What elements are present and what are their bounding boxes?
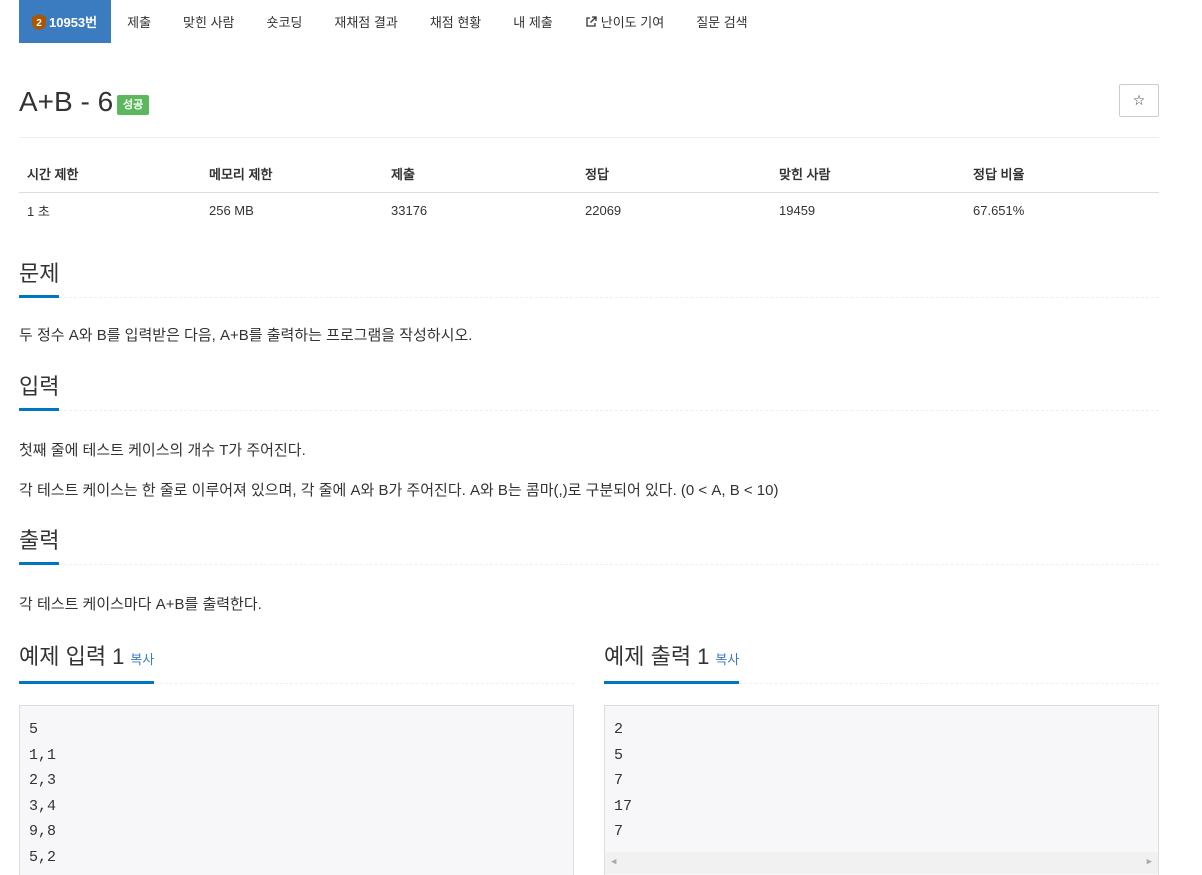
- header-time-limit: 시간 제한: [19, 156, 201, 193]
- table-row: 1 초 256 MB 33176 22069 19459 67.651%: [19, 192, 1159, 229]
- problem-section-header: 문제: [19, 259, 1159, 298]
- nav-short-coding[interactable]: 숏코딩: [251, 0, 319, 43]
- copy-sample-output-button[interactable]: 복사: [715, 652, 739, 667]
- nav-submit[interactable]: 제출: [111, 0, 167, 43]
- sample-output-line: 17: [614, 797, 633, 815]
- problem-nav: 2 10953번 제출 맞힌 사람 숏코딩 재채점 결과 채점 현황 내 제출 …: [19, 0, 764, 43]
- sample-input-header: 예제 입력 1 복사: [19, 642, 574, 684]
- sample-input-title-text: 예제 입력 1: [19, 644, 125, 669]
- sample-input-line: 5: [29, 721, 39, 738]
- nav-solvers[interactable]: 맞힌 사람: [167, 0, 250, 43]
- sample-input-line: 3,4: [29, 797, 57, 815]
- problem-info-table: 시간 제한 메모리 제한 제출 정답 맞힌 사람 정답 비율 1 초 256 M…: [19, 156, 1159, 229]
- scroll-right-icon[interactable]: ▶: [1147, 850, 1152, 875]
- horizontal-scrollbar[interactable]: ◀ ▶: [605, 852, 1158, 874]
- nav-problem-id-label: 10953번: [49, 15, 98, 30]
- nav-status[interactable]: 채점 현황: [414, 0, 497, 43]
- sample-output-box: 2 5 7 17 7 ◀ ▶: [604, 705, 1159, 875]
- status-badge: 성공: [117, 95, 150, 115]
- value-time-limit: 1 초: [27, 204, 50, 220]
- header-ratio: 정답 비율: [965, 156, 1159, 193]
- input-description-1: 첫째 줄에 테스트 케이스의 개수 T가 주어진다.: [19, 442, 306, 459]
- nav-problem-id[interactable]: 2 10953번: [19, 0, 112, 43]
- value-solvers: 19459: [779, 203, 816, 219]
- header-solvers: 맞힌 사람: [771, 156, 965, 193]
- scroll-left-icon[interactable]: ◀: [611, 850, 616, 875]
- svg-text:2: 2: [36, 18, 42, 29]
- sample-output-line: 2: [614, 721, 624, 738]
- title-row: A+B - 6 성공 ☆: [19, 84, 1159, 138]
- header-submissions: 제출: [383, 156, 577, 193]
- header-accepted: 정답: [577, 156, 771, 193]
- star-icon: ☆: [1132, 92, 1146, 108]
- problem-section-title: 문제: [19, 259, 60, 298]
- copy-sample-input-button[interactable]: 복사: [130, 652, 154, 667]
- value-accepted: 22069: [585, 203, 622, 219]
- nav-my-submissions[interactable]: 내 제출: [497, 0, 569, 43]
- sample-input-line: 9,8: [29, 823, 57, 840]
- sample-output-title: 예제 출력 1 복사: [604, 642, 740, 684]
- input-section-title: 입력: [19, 372, 60, 411]
- input-description-2: 각 테스트 케이스는 한 줄로 이루어져 있으며, 각 줄에 A와 B가 주어진…: [19, 482, 779, 499]
- sample-input-line: 5,2: [29, 848, 57, 866]
- nav-difficulty-vote-label: 난이도 기여: [600, 15, 665, 30]
- sample-output-line: 7: [614, 772, 624, 789]
- page-title: A+B - 6: [19, 86, 114, 117]
- value-ratio: 67.651%: [973, 203, 1025, 219]
- external-link-icon: [585, 15, 597, 28]
- nav-rejudge[interactable]: 재채점 결과: [318, 0, 413, 43]
- favorite-button[interactable]: ☆: [1119, 84, 1159, 117]
- sample-output-line: 7: [614, 823, 624, 840]
- problem-description: 두 정수 A와 B를 입력받은 다음, A+B를 출력하는 프로그램을 작성하시…: [19, 327, 473, 344]
- header-memory-limit: 메모리 제한: [201, 156, 383, 193]
- nav-difficulty-vote[interactable]: 난이도 기여: [569, 0, 680, 43]
- sample-input-line: 2,3: [29, 772, 57, 789]
- output-description: 각 테스트 케이스마다 A+B를 출력한다.: [19, 596, 262, 613]
- sample-output-line: 5: [614, 746, 624, 764]
- nav-question-search[interactable]: 질문 검색: [680, 0, 763, 43]
- output-section-title: 출력: [19, 526, 60, 565]
- sample-output-title-text: 예제 출력 1: [604, 644, 710, 669]
- value-memory-limit: 256 MB: [209, 203, 254, 219]
- input-section-header: 입력: [19, 372, 1159, 411]
- sample-input-box: 5 1,1 2,3 3,4 9,8 5,2: [19, 705, 574, 875]
- sample-input-line: 1,1: [29, 746, 57, 764]
- tier-bronze-icon: 2: [32, 13, 46, 30]
- sample-input-title: 예제 입력 1 복사: [19, 642, 155, 684]
- value-submissions: 33176: [391, 203, 428, 219]
- sample-output-header: 예제 출력 1 복사: [604, 642, 1159, 684]
- output-section-header: 출력: [19, 526, 1159, 565]
